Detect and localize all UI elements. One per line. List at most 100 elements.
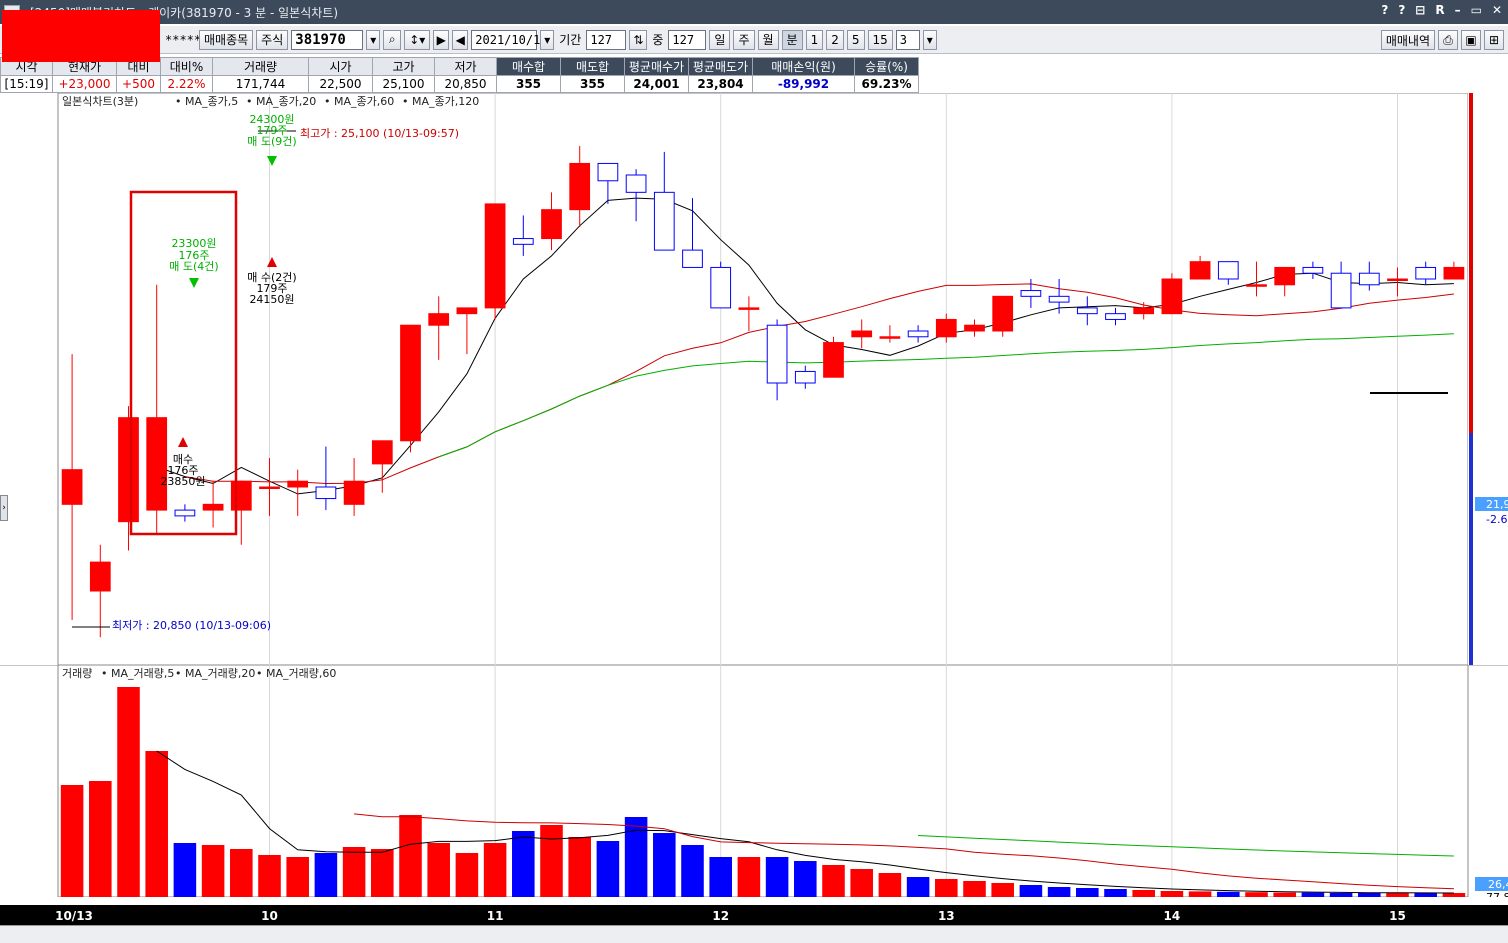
export-icon[interactable]: ⊞ <box>1484 30 1504 50</box>
candle-body <box>1246 284 1267 287</box>
info-header-11: 평균매도가 <box>688 57 753 76</box>
minute-5[interactable]: 5 <box>846 29 865 50</box>
middle-label: 중 <box>652 33 664 47</box>
redaction-box <box>2 10 160 62</box>
vol-tag-text2: 77.8 <box>1486 891 1508 897</box>
trade-label: 23850원 <box>160 475 205 488</box>
x-tick-label: 10 <box>261 909 278 923</box>
search-icon[interactable]: ⌕ <box>383 29 402 50</box>
volume-bar <box>596 841 620 897</box>
info-header-3: 대비% <box>160 57 213 76</box>
tab-minute[interactable]: 분 <box>781 29 803 50</box>
info-value-11: 23,804 <box>688 75 753 93</box>
volume-bar <box>60 785 84 897</box>
price-legend-title: 일본식차트(3분) <box>62 94 138 108</box>
candle-body <box>653 191 675 251</box>
candle-body <box>118 417 139 523</box>
info-header-5: 시가 <box>308 57 373 76</box>
volume-bar <box>258 855 281 897</box>
right-down-bar <box>1469 433 1473 665</box>
volume-bar <box>765 857 789 897</box>
minute-dropdown-icon[interactable]: ▾ <box>922 29 937 50</box>
print-icon[interactable]: ⎙ <box>1438 30 1458 50</box>
x-tick-label: 12 <box>712 909 729 923</box>
trade-label: 매 도(9건) <box>247 135 296 148</box>
candle-body <box>1189 261 1211 280</box>
volume-bar <box>1132 890 1155 897</box>
volume-bar <box>201 845 225 897</box>
candle-body <box>625 174 647 193</box>
minute-2[interactable]: 2 <box>826 29 844 50</box>
x-axis-bar: 10/13 10 11 12 13 14 15 <box>0 905 1508 925</box>
info-value-10: 24,001 <box>624 75 689 93</box>
trade-label: 24150원 <box>249 293 294 306</box>
volume-chart[interactable]: 거래량 • MA_거래량,5• MA_거래량,20• MA_거래량,60 26,47… <box>0 665 1508 897</box>
volume-bar <box>737 857 761 897</box>
minute-1[interactable]: 1 <box>805 29 824 50</box>
date-dropdown-icon[interactable]: ▾ <box>540 29 555 50</box>
chart-area[interactable]: › 일본식차트(3분) • MA_종가,5 • MA_종가,20 • MA_종가,60… <box>0 93 1508 943</box>
candle-body <box>89 561 111 592</box>
volume-bar <box>1386 893 1409 897</box>
help-icon[interactable]: ? <box>1381 3 1388 17</box>
trade-items-button[interactable]: 매매종목 <box>199 29 254 50</box>
volume-bar <box>963 881 986 897</box>
candle-body <box>287 480 309 488</box>
window-titlebar: [2450]매매복기차트 - 케이카(381970 - 3 분 - 일본식차트)… <box>0 0 1508 24</box>
candle-body <box>1076 307 1098 315</box>
candle-body <box>1133 307 1155 315</box>
volume-bar <box>399 815 422 897</box>
minimize-icon[interactable]: – <box>1455 3 1461 17</box>
candle-body <box>315 486 337 500</box>
info-value-6: 25,100 <box>372 75 435 93</box>
volume-bar <box>1442 893 1466 897</box>
password-mask: ****** <box>165 32 209 47</box>
candle-body <box>1048 295 1070 303</box>
trade-label: 매 도(4건) <box>169 260 218 273</box>
maximize-icon[interactable]: ▭ <box>1471 3 1482 17</box>
info-value-12: -89,992 <box>752 75 855 93</box>
tab-week[interactable]: 주 <box>733 29 755 50</box>
info-header-13: 승률(%) <box>854 57 919 76</box>
info-value-7: 20,850 <box>434 75 497 93</box>
back-icon[interactable]: ◀ <box>452 29 469 50</box>
play-icon[interactable]: ▶ <box>433 29 450 50</box>
tab-month[interactable]: 월 <box>757 29 779 50</box>
spin-icon[interactable]: ⇅ <box>629 29 648 50</box>
bottom-scroll-strip[interactable] <box>0 925 1508 943</box>
candle-body <box>1358 272 1380 286</box>
market-select[interactable]: 주식 <box>256 29 289 50</box>
volume-bar <box>1301 892 1325 897</box>
info-header-6: 고가 <box>372 57 435 76</box>
settings-icon[interactable]: R <box>1435 3 1444 17</box>
volume-bar <box>371 849 394 897</box>
price-legend-item: • MA_종가,60 <box>324 95 394 108</box>
help2-icon[interactable]: ? <box>1398 3 1405 17</box>
volume-bar <box>455 853 479 897</box>
period-input[interactable]: 127 <box>586 29 627 50</box>
price-change-text: -2.67 <box>1486 513 1508 526</box>
minute-15[interactable]: 15 <box>867 29 893 50</box>
minute-custom-input[interactable]: 3 <box>895 29 920 50</box>
middle-input[interactable]: 127 <box>668 29 707 50</box>
tab-day[interactable]: 일 <box>709 29 731 50</box>
sort-icon[interactable]: ↕▾ <box>404 29 431 50</box>
date-input[interactable]: 2021/10/13 <box>471 29 548 50</box>
candle-body <box>710 266 732 309</box>
candle-body <box>343 480 365 505</box>
volume-bar <box>1104 889 1127 897</box>
layout-icon[interactable]: ⊟ <box>1415 3 1425 17</box>
x-tick-label: 11 <box>487 909 504 923</box>
code-input[interactable]: 381970 <box>291 29 364 50</box>
volume-bar <box>342 847 366 897</box>
trade-history-button[interactable]: 매매내역 <box>1380 30 1435 50</box>
volume-bar <box>1245 892 1268 897</box>
code-dropdown-icon[interactable]: ▾ <box>366 29 381 50</box>
price-axis-area <box>1468 93 1508 665</box>
price-chart[interactable]: 일본식차트(3분) • MA_종가,5 • MA_종가,20 • MA_종가,60 • … <box>0 93 1508 665</box>
candle-body <box>428 313 450 326</box>
save-icon[interactable]: ▣ <box>1461 30 1481 50</box>
info-value-2: +500 <box>116 75 161 93</box>
x-tick-label: 10/13 <box>55 909 93 923</box>
close-icon[interactable]: ✕ <box>1492 3 1502 17</box>
